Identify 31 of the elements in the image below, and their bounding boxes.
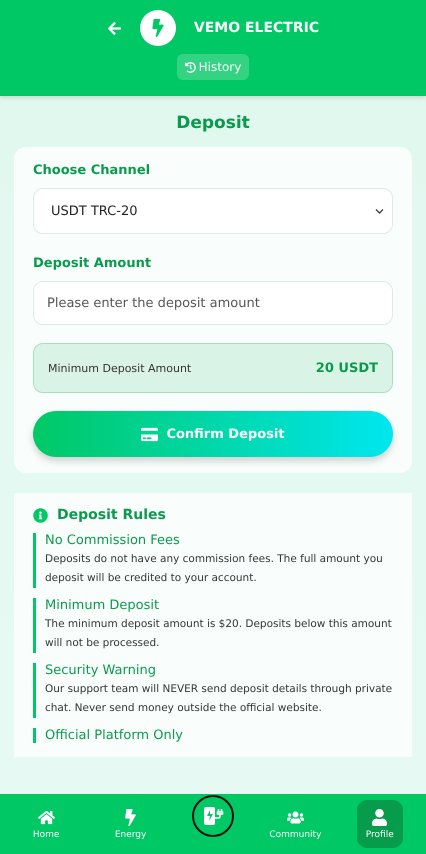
confirm-deposit-button[interactable]: Confirm Deposit xyxy=(33,411,393,457)
rule-title: Official Platform Only xyxy=(45,728,184,743)
minimum-label: Minimum Deposit Amount xyxy=(48,362,192,374)
rule-title: No Commission Fees xyxy=(45,533,181,548)
nav-item[interactable]: Energy xyxy=(108,800,154,848)
field-label: Deposit Amount xyxy=(33,256,152,271)
rules-title: Deposit Rules xyxy=(57,507,166,523)
brand-name: VEMO ELECTRIC xyxy=(194,20,320,36)
rule-text: Deposits do not have any commission fees. The full amount you deposit will be credited to your account. xyxy=(45,552,384,586)
rule-text: The minimum deposit amount is $20. Deposits below this amount will not be processed. xyxy=(45,617,393,651)
chevron-icon xyxy=(375,206,384,216)
community-icon xyxy=(286,808,304,826)
rule-title: Security Warning xyxy=(45,663,157,678)
history-button[interactable]: History xyxy=(176,54,250,80)
profile-icon xyxy=(371,808,388,826)
info-icon xyxy=(33,508,48,522)
rule-text: Our support team will NEVER send deposit details through private chat. Never send money outside the official website. xyxy=(45,682,393,716)
history-icon xyxy=(184,62,196,72)
home-icon xyxy=(38,808,55,826)
charger-button[interactable] xyxy=(192,795,234,837)
nav-item[interactable]: Community xyxy=(272,800,318,848)
page-title: Deposit xyxy=(175,112,251,135)
nav-item[interactable]: Home xyxy=(23,800,70,848)
nav-item[interactable]: Profile xyxy=(356,800,403,848)
card-icon xyxy=(141,426,158,442)
field-label: Choose Channel xyxy=(33,163,152,178)
amount-input[interactable]: Please enter the deposit amount xyxy=(33,281,393,325)
rule-title: Minimum Deposit xyxy=(45,598,160,613)
minimum-value: 20 USDT xyxy=(316,360,378,376)
channel-select[interactable]: USDT TRC-20 xyxy=(33,188,393,234)
logo-icon xyxy=(140,10,176,46)
